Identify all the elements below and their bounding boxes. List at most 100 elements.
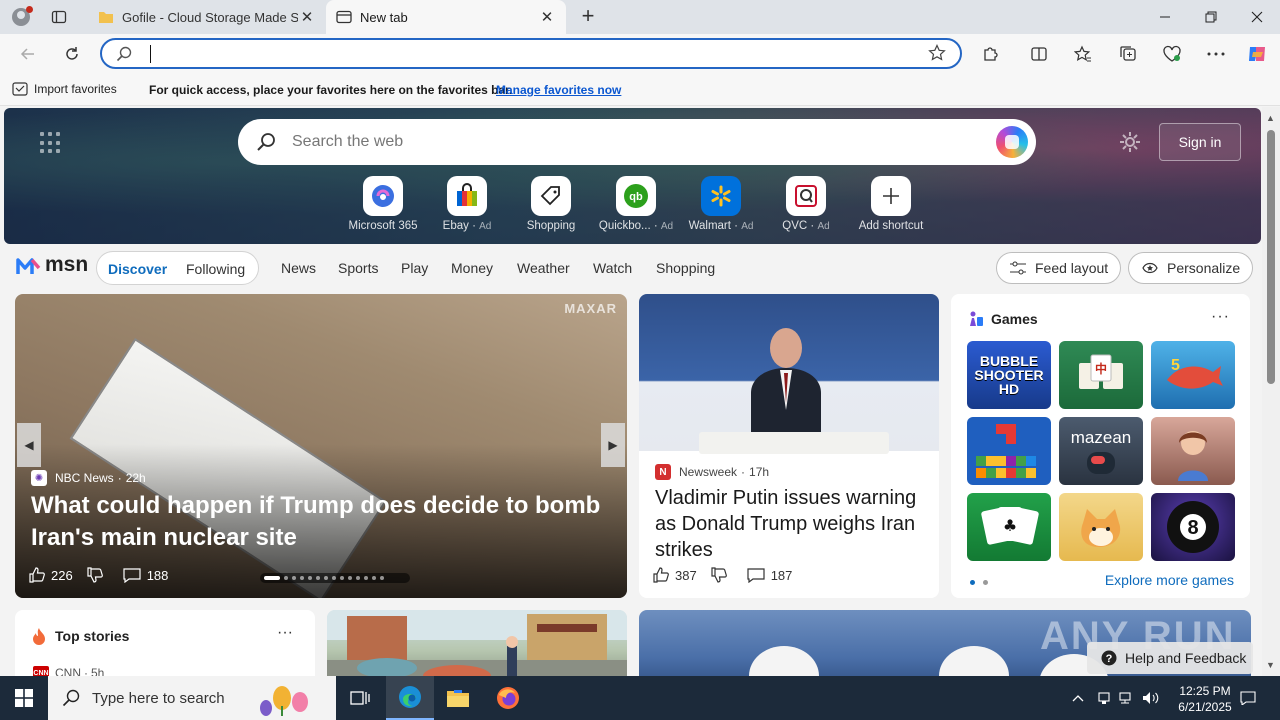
show-hidden-icons-button[interactable] bbox=[1068, 676, 1088, 720]
nav-link-shopping[interactable]: Shopping bbox=[656, 260, 715, 276]
shortcut-shopping[interactable]: Shopping bbox=[508, 176, 594, 232]
restore-button[interactable] bbox=[1188, 0, 1234, 34]
nav-link-play[interactable]: Play bbox=[401, 260, 428, 276]
shortcut-qvc[interactable]: QVC · Ad bbox=[763, 176, 849, 232]
tab-actions-button[interactable] bbox=[46, 5, 72, 29]
like-button[interactable]: 226 bbox=[29, 567, 73, 583]
help-label: Help and Feedback bbox=[1125, 650, 1247, 666]
main-story-card[interactable]: MAXAR ◀ ▶ ✺ NBC News · 22h What could ha… bbox=[15, 294, 627, 598]
start-button[interactable] bbox=[0, 676, 48, 720]
story-headline[interactable]: What could happen if Trump does decide t… bbox=[31, 490, 611, 554]
nav-link-weather[interactable]: Weather bbox=[517, 260, 570, 276]
tab-gofile[interactable]: Gofile - Cloud Storage Made Simple ✕ bbox=[88, 0, 326, 34]
extensions-button[interactable] bbox=[980, 43, 1002, 65]
dislike-button[interactable] bbox=[87, 567, 109, 583]
tray-device-icon[interactable] bbox=[1094, 676, 1114, 720]
dislike-button[interactable] bbox=[711, 567, 733, 583]
copilot-button[interactable] bbox=[1246, 43, 1268, 65]
taskbar-file-explorer[interactable] bbox=[434, 676, 482, 720]
address-bar[interactable] bbox=[100, 38, 962, 69]
settings-gear-icon[interactable] bbox=[1118, 130, 1142, 154]
clock-time: 12:25 PM bbox=[1179, 684, 1231, 698]
game-tile-8-ball[interactable]: 8 bbox=[1151, 493, 1235, 561]
tab-discover[interactable]: Discover bbox=[108, 261, 167, 277]
game-tile-mahjong[interactable]: 中 bbox=[1059, 341, 1143, 409]
story-headline[interactable]: Vladimir Putin issues warning as Donald … bbox=[655, 485, 927, 563]
carousel-indicators[interactable] bbox=[260, 573, 410, 583]
app-launcher-icon[interactable] bbox=[40, 132, 62, 154]
web-search-box[interactable] bbox=[238, 119, 1036, 165]
windows-taskbar: Type here to search 12:25 PM 6/21/2025 bbox=[0, 676, 1280, 720]
browser-essentials-button[interactable] bbox=[1161, 43, 1183, 65]
close-window-button[interactable] bbox=[1234, 0, 1280, 34]
help-feedback-button[interactable]: ? Help and Feedback bbox=[1087, 642, 1253, 674]
game-tile-story[interactable] bbox=[1151, 417, 1235, 485]
game-tile-shiba[interactable] bbox=[1059, 493, 1143, 561]
game-tile-blocks[interactable] bbox=[967, 417, 1051, 485]
shortcut-label: Microsoft 365 bbox=[348, 220, 418, 232]
thumbs-up-icon bbox=[653, 567, 669, 583]
carousel-prev-button[interactable]: ◀ bbox=[17, 423, 41, 467]
address-input[interactable] bbox=[146, 43, 906, 65]
new-tab-button[interactable]: + bbox=[574, 4, 602, 30]
shortcut-walmart[interactable]: Walmart · Ad bbox=[678, 176, 764, 232]
close-tab-icon[interactable]: ✕ bbox=[538, 8, 556, 26]
favorites-bar: Import favorites For quick access, place… bbox=[0, 74, 1280, 106]
comments-button[interactable]: 187 bbox=[747, 567, 792, 583]
game-tile-bubble-shooter[interactable]: BUBBLE SHOOTER HD bbox=[967, 341, 1051, 409]
system-clock[interactable]: 12:25 PM 6/21/2025 bbox=[1172, 683, 1238, 715]
collections-button[interactable] bbox=[1117, 43, 1139, 65]
taskbar-edge[interactable] bbox=[386, 676, 434, 720]
shortcut-microsoft-365[interactable]: Microsoft 365 bbox=[340, 176, 426, 232]
page-scrollbar[interactable]: ▲ ▼ bbox=[1262, 107, 1280, 676]
network-button[interactable] bbox=[1116, 676, 1136, 720]
game-tile-shark[interactable]: 5 bbox=[1151, 341, 1235, 409]
feed-layout-button[interactable]: Feed layout bbox=[996, 252, 1122, 284]
notifications-button[interactable] bbox=[1236, 676, 1260, 720]
taskbar-search-box[interactable]: Type here to search bbox=[48, 676, 336, 720]
profile-button[interactable] bbox=[8, 4, 34, 30]
favorites-button[interactable] bbox=[1072, 43, 1094, 65]
games-more-options-icon[interactable]: ··· bbox=[1211, 308, 1230, 326]
add-shortcut-button[interactable]: Add shortcut bbox=[848, 176, 934, 232]
personalize-button[interactable]: Personalize bbox=[1128, 252, 1254, 284]
minimize-button[interactable] bbox=[1142, 0, 1188, 34]
tab-new-tab[interactable]: New tab ✕ bbox=[326, 0, 566, 34]
task-view-button[interactable] bbox=[336, 676, 384, 720]
scroll-thumb[interactable] bbox=[1267, 130, 1275, 384]
back-button[interactable] bbox=[14, 40, 42, 68]
scroll-up-arrow-icon[interactable]: ▲ bbox=[1266, 113, 1275, 123]
shortcut-quickbooks[interactable]: qb Quickbo... · Ad bbox=[593, 176, 679, 232]
scroll-down-arrow-icon[interactable]: ▼ bbox=[1266, 660, 1275, 670]
refresh-button[interactable] bbox=[58, 40, 86, 68]
games-page-indicators[interactable] bbox=[970, 580, 996, 585]
sign-in-button[interactable]: Sign in bbox=[1159, 123, 1241, 161]
shopping-tag-icon bbox=[531, 176, 571, 216]
game-tile-solitaire[interactable]: ♣ bbox=[967, 493, 1051, 561]
split-screen-button[interactable] bbox=[1028, 43, 1050, 65]
copilot-search-icon[interactable] bbox=[996, 126, 1028, 158]
nav-link-sports[interactable]: Sports bbox=[338, 260, 378, 276]
settings-more-button[interactable] bbox=[1205, 43, 1227, 65]
carousel-next-button[interactable]: ▶ bbox=[601, 423, 625, 467]
web-search-input[interactable] bbox=[292, 131, 952, 153]
news-card-newsweek[interactable]: N Newsweek · 17h Vladimir Putin issues w… bbox=[639, 294, 939, 598]
shortcut-ebay[interactable]: Ebay · Ad bbox=[424, 176, 510, 232]
explore-more-games-link[interactable]: Explore more games bbox=[1105, 572, 1234, 588]
close-tab-icon[interactable]: ✕ bbox=[298, 8, 316, 26]
msn-logo[interactable]: msn bbox=[16, 253, 88, 277]
nav-link-news[interactable]: News bbox=[281, 260, 316, 276]
top-stories-more-icon[interactable]: ··· bbox=[277, 624, 293, 642]
comments-button[interactable]: 188 bbox=[123, 567, 168, 583]
taskbar-firefox[interactable] bbox=[484, 676, 532, 720]
import-favorites-button[interactable]: Import favorites bbox=[12, 82, 117, 96]
nav-link-watch[interactable]: Watch bbox=[593, 260, 632, 276]
manage-favorites-link[interactable]: Manage favorites now bbox=[496, 83, 621, 97]
volume-button[interactable] bbox=[1140, 676, 1162, 720]
nav-link-money[interactable]: Money bbox=[451, 260, 493, 276]
like-button[interactable]: 387 bbox=[653, 567, 697, 583]
game-tile-mazean[interactable]: mazean bbox=[1059, 417, 1143, 485]
tab-following[interactable]: Following bbox=[186, 261, 245, 277]
favorite-star-icon[interactable] bbox=[928, 44, 946, 62]
cartoon-story-card[interactable] bbox=[327, 610, 627, 676]
